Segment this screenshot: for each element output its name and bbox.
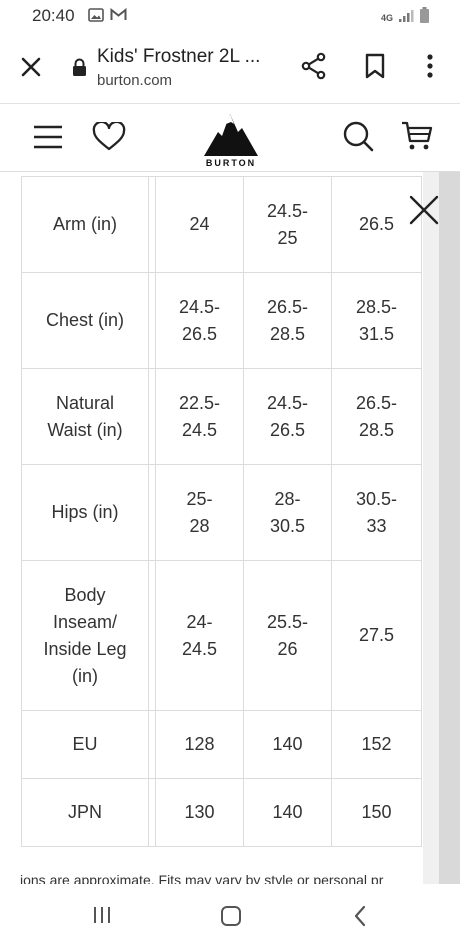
signal-icon (398, 9, 414, 28)
row-label: EU (21, 710, 149, 779)
back-icon[interactable] (352, 905, 368, 932)
size-chart-modal: Arm (in) 24 24.5- 25 26.5 Chest (in) 24.5- 26… (0, 172, 460, 884)
page-scrollbar[interactable] (439, 172, 460, 884)
column-divider (148, 368, 156, 465)
table-cell: 140 (243, 778, 332, 847)
table-cell: 24- 24.5 (155, 560, 244, 711)
mountain-logo-icon (204, 114, 258, 156)
search-icon[interactable] (342, 120, 374, 157)
burton-logo[interactable]: BURTON (200, 110, 262, 168)
table-cell: 130 (155, 778, 244, 847)
status-notification-icons (88, 7, 127, 27)
column-divider (148, 560, 156, 711)
close-icon[interactable] (18, 54, 44, 80)
row-label: Arm (in) (21, 176, 149, 273)
table-cell: 140 (243, 710, 332, 779)
row-label: Natural Waist (in) (21, 368, 149, 465)
home-icon[interactable] (220, 905, 242, 932)
battery-icon (419, 7, 430, 29)
table-cell: 150 (331, 778, 422, 847)
more-vert-icon[interactable] (418, 52, 442, 85)
table-row: EU 128 140 152 (21, 710, 422, 779)
page-title[interactable]: Kids' Frostner 2L ... (97, 46, 260, 68)
table-cell: 27.5 (331, 560, 422, 711)
row-label: Chest (in) (21, 272, 149, 369)
table-cell: 26.5- 28.5 (331, 368, 422, 465)
table-cell: 24.5- 25 (243, 176, 332, 273)
bookmark-icon[interactable] (363, 52, 387, 85)
column-divider (148, 272, 156, 369)
table-row: Natural Waist (in) 22.5- 24.5 24.5- 26.5 26… (21, 368, 422, 465)
heart-icon[interactable] (92, 120, 126, 157)
table-cell: 22.5- 24.5 (155, 368, 244, 465)
table-row: Arm (in) 24 24.5- 25 26.5 (21, 176, 422, 273)
table-cell: 28- 30.5 (243, 464, 332, 561)
status-time: 20:40 (32, 6, 75, 25)
table-cell: 26.5- 28.5 (243, 272, 332, 369)
size-chart-table: Arm (in) 24 24.5- 25 26.5 Chest (in) 24.5- 26… (21, 176, 422, 847)
network-type: 4G (380, 13, 393, 23)
logo-text: BURTON (205, 158, 257, 168)
row-label: Body Inseam/ Inside Leg (in) (21, 560, 149, 711)
status-system-icons: 4G (381, 7, 430, 29)
table-row: Body Inseam/ Inside Leg (in) 24- 24.5 25.5… (21, 560, 422, 711)
share-icon[interactable] (300, 52, 328, 85)
table-cell: 24.5- 26.5 (243, 368, 332, 465)
table-cell: 25- 28 (155, 464, 244, 561)
modal-scrollbar[interactable] (423, 172, 439, 884)
recent-apps-icon[interactable] (92, 906, 112, 929)
table-cell: 24 (155, 176, 244, 273)
row-label: Hips (in) (21, 464, 149, 561)
gmail-icon (110, 7, 127, 27)
table-row: Chest (in) 24.5- 26.5 26.5- 28.5 28.5- 31.5 (21, 272, 422, 369)
status-bar: 20:40 4G (0, 0, 460, 32)
browser-toolbar: Kids' Frostner 2L ... burton.com (0, 32, 460, 104)
table-cell: 128 (155, 710, 244, 779)
site-header: BURTON (0, 104, 460, 172)
system-nav-bar (0, 884, 460, 946)
table-row: Hips (in) 25- 28 28- 30.5 30.5- 33 (21, 464, 422, 561)
gallery-icon (88, 8, 104, 27)
table-cell: 24.5- 26.5 (155, 272, 244, 369)
hamburger-icon[interactable] (32, 124, 64, 155)
page-url[interactable]: burton.com (97, 72, 172, 89)
size-footnote: ions are approximate. Fits may vary by s… (20, 872, 384, 884)
column-divider (148, 710, 156, 779)
column-divider (148, 778, 156, 847)
table-cell: 152 (331, 710, 422, 779)
table-row: JPN 130 140 150 (21, 778, 422, 847)
lock-icon (72, 58, 87, 82)
close-modal-icon[interactable] (408, 194, 440, 226)
table-cell: 28.5- 31.5 (331, 272, 422, 369)
column-divider (148, 464, 156, 561)
table-cell: 25.5- 26 (243, 560, 332, 711)
row-label: JPN (21, 778, 149, 847)
column-divider (148, 176, 156, 273)
table-cell: 30.5- 33 (331, 464, 422, 561)
cart-icon[interactable] (400, 120, 434, 157)
